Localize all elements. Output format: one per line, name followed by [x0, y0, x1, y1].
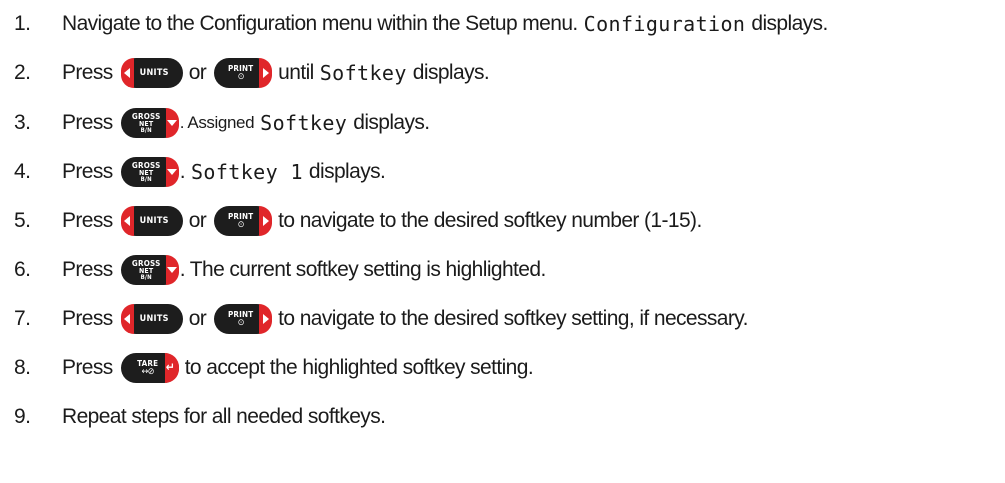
display-readout: Softkey: [319, 61, 407, 85]
units-key-label: UNITS: [139, 216, 169, 226]
bn-key-label: B/N: [140, 175, 152, 183]
step-text: .: [179, 160, 186, 183]
step-text: Press: [62, 307, 113, 330]
step-text: Press: [62, 111, 113, 134]
step-number: 6.: [14, 258, 31, 281]
left-arrow-icon: [120, 304, 134, 334]
step-number: 3.: [14, 111, 31, 134]
target-icon: ⊙: [237, 317, 245, 328]
right-arrow-icon: [259, 206, 273, 236]
step-text: Press: [62, 209, 113, 232]
step-text: to accept the highlighted softkey settin…: [184, 356, 534, 379]
bn-key-label: B/N: [140, 273, 152, 281]
step-2: 2. Press UNITS or PRINT ⊙ until Softkey d…: [0, 51, 1005, 95]
or-text: or: [188, 307, 207, 330]
step-text: displays.: [308, 160, 386, 183]
step-text: Press: [62, 258, 113, 281]
step-text: to navigate to the desired softkey setti…: [278, 307, 748, 330]
right-arrow-icon: [259, 304, 273, 334]
display-readout: Softkey 1: [190, 160, 303, 184]
units-key-button: UNITS: [120, 58, 183, 88]
tare-key-button: TARE ↔⊘ ↵: [120, 353, 179, 383]
units-key-button: UNITS: [120, 304, 183, 334]
tare-zero-icon: ↔⊘: [141, 366, 155, 377]
down-arrow-icon: [165, 255, 179, 285]
step-text: Press: [62, 160, 113, 183]
print-key-button: PRINT ⊙: [214, 58, 273, 88]
left-arrow-icon: [120, 58, 134, 88]
enter-arrow-icon: ↵: [164, 353, 179, 383]
step-number: 4.: [14, 160, 31, 183]
step-text: to navigate to the desired softkey numbe…: [278, 209, 702, 232]
target-icon: ⊙: [237, 71, 245, 82]
instruction-page: 1. Navigate to the Configuration menu wi…: [0, 0, 1005, 483]
step-text: displays.: [751, 12, 828, 35]
step-number: 8.: [14, 356, 31, 379]
gross-net-key-button: GROSS NET B/N: [120, 255, 179, 285]
step-number: 9.: [14, 405, 31, 428]
units-key-label: UNITS: [139, 68, 169, 78]
step-4: 4. Press GROSS NET B/N . Softkey 1 display…: [0, 150, 1005, 194]
gross-net-key-button: GROSS NET B/N: [120, 108, 179, 138]
step-9: 9. Repeat steps for all needed softkeys.: [0, 395, 1005, 439]
step-7: 7. Press UNITS or PRINT ⊙ to navigate to …: [0, 297, 1005, 341]
left-arrow-icon: [120, 206, 134, 236]
step-1: 1. Navigate to the Configuration menu wi…: [0, 2, 1005, 46]
step-text: displays.: [353, 111, 430, 134]
gross-net-key-button: GROSS NET B/N: [120, 157, 179, 187]
step-number: 1.: [14, 12, 31, 35]
target-icon: ⊙: [237, 219, 245, 230]
step-6: 6. Press GROSS NET B/N . The current softk…: [0, 248, 1005, 292]
or-text: or: [188, 209, 207, 232]
step-8: 8. Press TARE ↔⊘ ↵ to accept the highligh…: [0, 346, 1005, 390]
step-text: Navigate to the Configuration menu withi…: [62, 12, 578, 35]
print-key-button: PRINT ⊙: [214, 206, 273, 236]
down-arrow-icon: [165, 108, 179, 138]
down-arrow-icon: [165, 157, 179, 187]
units-key-button: UNITS: [120, 206, 183, 236]
or-text: or: [188, 61, 207, 84]
display-readout: Softkey: [260, 111, 348, 135]
step-number: 5.: [14, 209, 31, 232]
step-5: 5. Press UNITS or PRINT ⊙ to navigate to …: [0, 199, 1005, 243]
step-3: 3. Press GROSS NET B/N . Assigned Softkey …: [0, 101, 1005, 145]
step-text: . Assigned: [179, 113, 255, 132]
step-text: until: [278, 61, 314, 84]
units-key-label: UNITS: [139, 314, 169, 324]
print-key-button: PRINT ⊙: [214, 304, 273, 334]
bn-key-label: B/N: [140, 126, 152, 134]
step-text: . The current softkey setting is highlig…: [179, 258, 547, 281]
display-readout: Configuration: [583, 12, 746, 36]
step-number: 2.: [14, 61, 31, 84]
right-arrow-icon: [259, 58, 273, 88]
step-text: Press: [62, 356, 113, 379]
step-text: displays.: [412, 61, 490, 84]
step-text: Repeat steps for all needed softkeys.: [62, 405, 386, 428]
step-text: Press: [62, 61, 113, 84]
step-number: 7.: [14, 307, 31, 330]
